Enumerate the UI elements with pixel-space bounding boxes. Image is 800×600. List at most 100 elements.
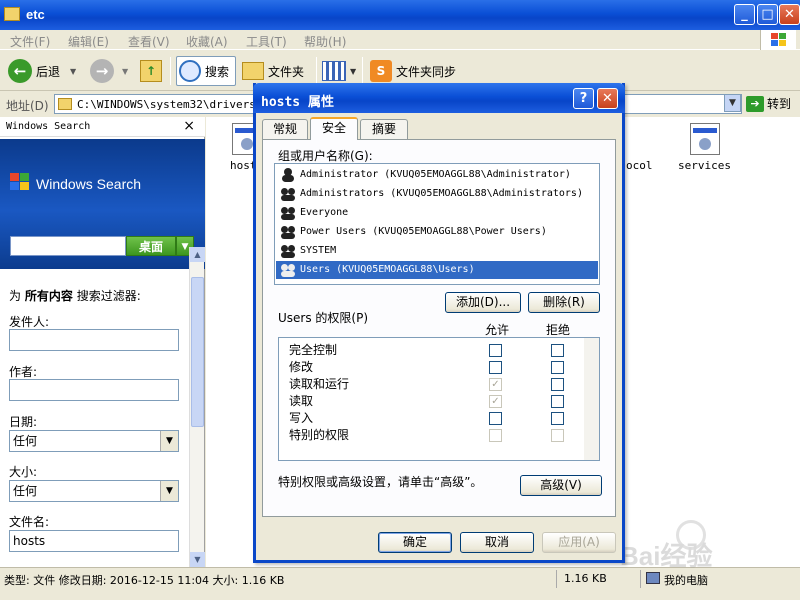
tab-security[interactable]: 安全 — [310, 117, 358, 140]
allow-checkbox[interactable] — [489, 344, 502, 357]
filter-title: 为 所有内容 搜索过滤器: — [9, 289, 141, 303]
permissions-scrollbar[interactable] — [584, 338, 599, 460]
deny-checkbox[interactable] — [551, 344, 564, 357]
go-button[interactable]: ➔ 转到 — [746, 95, 791, 112]
search-button[interactable]: 搜索 — [176, 56, 237, 86]
group-icon — [281, 206, 295, 220]
file-label-services[interactable]: services — [678, 159, 731, 172]
help-button[interactable]: ? — [573, 88, 594, 109]
deny-checkbox[interactable] — [551, 378, 564, 391]
views-button[interactable]: ▼ — [322, 56, 356, 86]
pane-scrollbar[interactable]: ▲ ▼ — [189, 247, 205, 567]
scroll-down-icon[interactable]: ▼ — [190, 552, 205, 567]
back-button[interactable]: ← 后退 ▼ — [8, 56, 76, 86]
filename-input[interactable]: hosts — [9, 530, 179, 552]
deny-checkbox[interactable] — [551, 361, 564, 374]
toolbar-separator — [362, 57, 363, 85]
windows-search-pane: Windows Search × Windows Search 桌面 ▼ 为 所… — [0, 117, 205, 567]
dialog-close-button[interactable]: ✕ — [597, 88, 618, 109]
deny-checkbox[interactable] — [551, 412, 564, 425]
status-info: 类型: 文件 修改日期: 2016-12-15 11:04 大小: 1.16 K… — [4, 574, 285, 587]
sender-input[interactable] — [9, 329, 179, 351]
apply-button: 应用(A) — [542, 532, 616, 553]
menu-tools[interactable]: 工具(T) — [246, 33, 287, 50]
minimize-button[interactable]: _ — [734, 4, 755, 25]
perm-row: 读取 ✓ — [289, 393, 589, 410]
pane-close-icon[interactable]: × — [183, 118, 195, 134]
folder-sync-button[interactable]: S 文件夹同步 — [370, 56, 456, 86]
user-list[interactable]: Administrator (KVUQ05EMOAGGL88\Administr… — [274, 163, 600, 285]
toolbar-separator — [316, 57, 317, 85]
allow-checkbox[interactable] — [489, 361, 502, 374]
group-label: 组或用户名称(G): — [278, 149, 373, 163]
search-brand: Windows Search — [36, 176, 142, 192]
properties-dialog: hosts 属性 ? ✕ 常规 安全 摘要 组或用户名称(G): Adminis… — [253, 83, 625, 563]
add-user-button[interactable]: 添加(D)... — [445, 292, 521, 313]
sync-icon: S — [370, 60, 392, 82]
group-icon — [281, 244, 295, 258]
menu-file[interactable]: 文件(F) — [10, 33, 50, 50]
user-row-administrators[interactable]: Administrators (KVUQ05EMOAGGL88\Administ… — [276, 185, 598, 203]
tab-summary[interactable]: 摘要 — [360, 119, 408, 139]
advanced-button[interactable]: 高级(V) — [520, 475, 602, 496]
chevron-down-icon[interactable]: ▼ — [160, 481, 178, 501]
scroll-up-icon[interactable]: ▲ — [190, 247, 205, 262]
up-folder-button[interactable]: ↑ — [140, 56, 162, 86]
ok-button[interactable]: 确定 — [378, 532, 452, 553]
cancel-button[interactable]: 取消 — [460, 532, 534, 553]
up-folder-icon: ↑ — [140, 60, 162, 82]
go-arrow-icon: ➔ — [746, 95, 764, 112]
deny-checkbox[interactable] — [551, 395, 564, 408]
group-icon — [281, 225, 295, 239]
author-label: 作者: — [9, 365, 38, 379]
allow-checkbox: ✓ — [489, 395, 502, 408]
user-row-administrator[interactable]: Administrator (KVUQ05EMOAGGL88\Administr… — [276, 166, 598, 184]
magnifier-icon — [179, 60, 201, 82]
address-dropdown[interactable]: ▼ — [724, 94, 741, 112]
remove-user-button[interactable]: 删除(R) — [528, 292, 600, 313]
tab-general[interactable]: 常规 — [262, 119, 308, 139]
address-label: 地址(D) — [6, 99, 49, 113]
deny-header: 拒绝 — [546, 323, 571, 337]
allow-checkbox[interactable] — [489, 412, 502, 425]
toolbar-separator — [170, 57, 171, 85]
go-label: 转到 — [767, 97, 792, 111]
menu-view[interactable]: 查看(V) — [128, 33, 170, 50]
user-row-power-users[interactable]: Power Users (KVUQ05EMOAGGL88\Power Users… — [276, 223, 598, 241]
user-row-system[interactable]: SYSTEM — [276, 242, 598, 260]
user-icon — [281, 168, 295, 182]
chevron-down-icon[interactable]: ▼ — [160, 431, 178, 451]
scroll-thumb[interactable] — [191, 277, 204, 427]
dialog-title: hosts 属性 — [261, 95, 334, 110]
user-row-users[interactable]: Users (KVUQ05EMOAGGL88\Users) — [276, 261, 598, 279]
forward-button[interactable]: → ▼ — [90, 56, 128, 86]
sender-label: 发件人: — [9, 315, 50, 329]
window-titlebar[interactable]: etc _ □ ✕ — [0, 0, 800, 30]
advanced-hint: 特别权限或高级设置，请单击“高级”。 — [278, 475, 483, 489]
perm-row: 写入 — [289, 410, 589, 427]
author-input[interactable] — [9, 379, 179, 401]
folders-icon — [242, 62, 264, 80]
folders-button[interactable]: 文件夹 — [242, 56, 304, 86]
folders-label: 文件夹 — [268, 64, 305, 79]
perm-row: 修改 — [289, 359, 589, 376]
menu-help[interactable]: 帮助(H) — [304, 33, 346, 50]
dialog-titlebar[interactable]: hosts 属性 ? ✕ — [253, 83, 625, 113]
user-row-everyone[interactable]: Everyone — [276, 204, 598, 222]
date-select[interactable]: 任何 ▼ — [9, 430, 179, 452]
search-scope-button[interactable]: 桌面 — [126, 236, 176, 256]
file-label-protocol[interactable]: ocol — [626, 159, 653, 172]
search-query-input[interactable] — [10, 236, 126, 256]
close-button[interactable]: ✕ — [779, 4, 800, 25]
maximize-button[interactable]: □ — [757, 4, 778, 25]
menu-favorites[interactable]: 收藏(A) — [186, 33, 228, 50]
file-icon[interactable] — [690, 123, 720, 155]
pane-header: Windows Search × — [0, 117, 205, 137]
menu-edit[interactable]: 编辑(E) — [68, 33, 109, 50]
chevron-down-icon: ▼ — [70, 66, 77, 76]
back-arrow-icon: ← — [8, 59, 32, 83]
size-select[interactable]: 任何 ▼ — [9, 480, 179, 502]
views-icon — [322, 61, 346, 81]
window-title: etc — [26, 7, 45, 22]
size-label: 大小: — [9, 465, 38, 479]
